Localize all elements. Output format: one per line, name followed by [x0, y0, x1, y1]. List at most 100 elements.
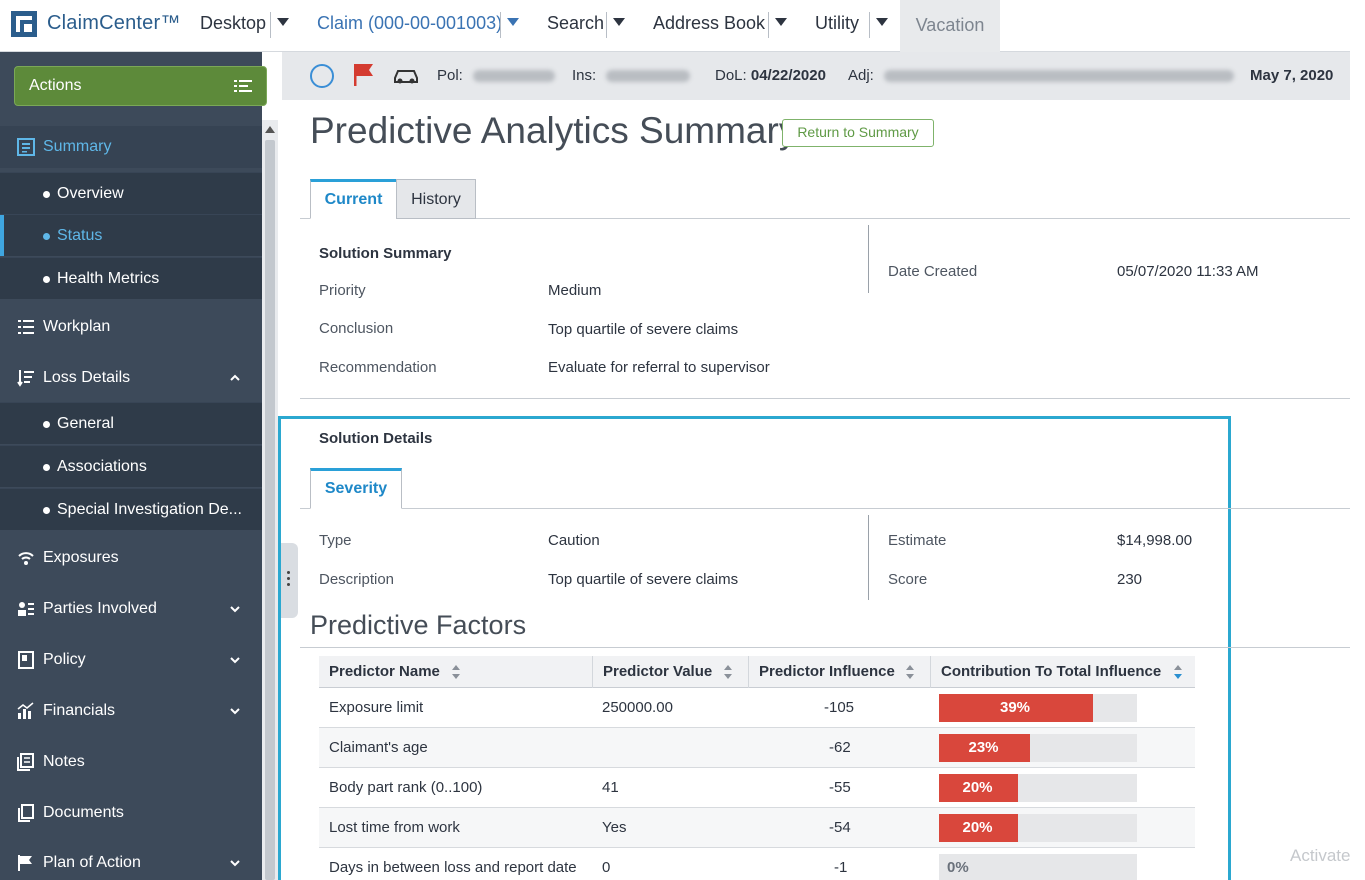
table-row[interactable]: Days in between loss and report date 0 -…: [319, 848, 1195, 880]
predictor-name-cell: Claimant's age: [329, 739, 428, 756]
predictor-influence-cell: -105: [824, 699, 855, 716]
column-header-label: Contribution To Total Influence: [941, 663, 1162, 680]
chevron-down-icon[interactable]: [230, 858, 240, 868]
insured-field: Ins:: [572, 67, 691, 84]
sidebar-item-label: Status: [57, 227, 103, 244]
estimate-value: $14,998.00: [1117, 532, 1193, 549]
contribution-bar: 20%: [939, 814, 1137, 842]
date-created-label: Date Created: [888, 263, 978, 280]
predictor-name-cell: Exposure limit: [329, 699, 424, 716]
nav-utility[interactable]: Utility: [815, 13, 859, 34]
chevron-down-icon[interactable]: [230, 604, 240, 614]
estimate-label: Estimate: [888, 532, 947, 549]
chevron-up-icon[interactable]: [230, 373, 240, 383]
activate-watermark: Activate: [1290, 846, 1351, 865]
predictor-influence-cell: -54: [829, 819, 851, 836]
tab-severity[interactable]: Severity: [310, 468, 402, 509]
contribution-bar: 23%: [939, 734, 1137, 762]
column-header-predictor-influence[interactable]: Predictor Influence: [749, 656, 931, 688]
sidebar-item-health-metrics[interactable]: Health Metrics: [0, 257, 262, 299]
chevron-down-icon[interactable]: [230, 706, 240, 716]
sidebar-item-policy[interactable]: Policy: [0, 639, 262, 681]
column-header-label: Predictor Value: [603, 663, 713, 680]
sort-icon[interactable]: [905, 664, 915, 680]
adjuster-label: Adj:: [848, 67, 874, 84]
nav-separator: [869, 12, 870, 38]
type-value: Caution: [548, 532, 600, 549]
loss-details-icon: [17, 370, 34, 387]
policy-field: Pol:: [437, 67, 556, 84]
sidebar-item-loss-details[interactable]: Loss Details: [0, 357, 262, 399]
date-created-value: 05/07/2020 11:33 AM: [1117, 263, 1259, 280]
bullet-icon: [43, 421, 50, 428]
contribution-bar: 39%: [939, 694, 1137, 722]
status-circle-icon[interactable]: [310, 64, 334, 88]
column-header-contribution[interactable]: Contribution To Total Influence: [931, 656, 1195, 688]
tab-history[interactable]: History: [396, 179, 476, 219]
page-edge: [1350, 0, 1365, 880]
sidebar-item-notes[interactable]: Notes: [0, 741, 262, 783]
sidebar-item-workplan[interactable]: Workplan: [0, 306, 262, 348]
return-to-summary-button[interactable]: Return to Summary: [782, 119, 934, 147]
utility-dropdown-icon[interactable]: [876, 18, 888, 26]
column-header-predictor-value[interactable]: Predictor Value: [593, 656, 749, 688]
scroll-up-icon[interactable]: [265, 126, 275, 133]
app-brand[interactable]: ClaimCenter™: [47, 12, 181, 35]
table-row[interactable]: Body part rank (0..100) 41 -55 20%: [319, 768, 1195, 808]
sidebar-item-exposures[interactable]: Exposures: [0, 537, 262, 579]
nav-address-book[interactable]: Address Book: [653, 13, 765, 34]
sidebar-item-label: Exposures: [43, 549, 119, 566]
sidebar-item-documents[interactable]: Documents: [0, 792, 262, 834]
table-row[interactable]: Lost time from work Yes -54 20%: [319, 808, 1195, 848]
bullet-icon: [43, 233, 50, 240]
recommendation-value: Evaluate for referral to supervisor: [548, 359, 770, 376]
sidebar-item-special-investigation[interactable]: Special Investigation De...: [0, 488, 262, 530]
sort-descending-icon[interactable]: [1173, 664, 1183, 680]
nav-separator: [270, 12, 271, 38]
contribution-bar: 0%: [939, 854, 1137, 880]
sort-icon[interactable]: [723, 664, 733, 680]
sort-icon[interactable]: [451, 664, 461, 680]
summary-icon: [17, 138, 35, 156]
tab-current[interactable]: Current: [310, 179, 397, 219]
claim-dropdown-icon[interactable]: [507, 18, 519, 26]
sidebar-item-summary[interactable]: Summary: [0, 126, 262, 168]
nav-vacation[interactable]: Vacation: [900, 0, 1000, 52]
sidebar-item-overview[interactable]: Overview: [0, 172, 262, 214]
desktop-dropdown-icon[interactable]: [277, 18, 289, 26]
address-book-dropdown-icon[interactable]: [775, 18, 787, 26]
nav-search[interactable]: Search: [547, 13, 604, 34]
nav-desktop[interactable]: Desktop: [200, 13, 266, 34]
sidebar-item-associations[interactable]: Associations: [0, 445, 262, 487]
policy-label: Pol:: [437, 67, 463, 84]
actions-label: Actions: [29, 77, 82, 94]
tab-divider: [300, 508, 1350, 509]
sidebar-item-label: Plan of Action: [43, 854, 141, 871]
workplan-icon: [18, 320, 34, 334]
table-row[interactable]: Claimant's age -62 23%: [319, 728, 1195, 768]
current-date: May 7, 2020: [1250, 67, 1334, 84]
sidebar-scrollbar[interactable]: [262, 120, 278, 880]
sidebar: Actions Summary Overview Status Health M…: [0, 52, 267, 880]
predictive-factors-table-header: Predictor Name Predictor Value Predictor…: [319, 656, 1195, 688]
date-of-loss-field: DoL: 04/22/2020: [715, 67, 826, 84]
table-row[interactable]: Exposure limit 250000.00 -105 39%: [319, 688, 1195, 728]
sidebar-item-label: Special Investigation De...: [57, 501, 242, 518]
search-dropdown-icon[interactable]: [613, 18, 625, 26]
flag-icon[interactable]: [352, 62, 376, 88]
sidebar-item-label: Loss Details: [43, 369, 131, 386]
sidebar-item-plan-of-action[interactable]: Plan of Action: [0, 842, 262, 880]
sidebar-item-parties-involved[interactable]: Parties Involved: [0, 588, 262, 630]
chevron-down-icon[interactable]: [230, 655, 240, 665]
column-header-predictor-name[interactable]: Predictor Name: [319, 656, 593, 688]
conclusion-label: Conclusion: [319, 320, 394, 337]
scrollbar-thumb[interactable]: [265, 140, 275, 880]
sidebar-item-label: Financials: [43, 702, 116, 719]
sidebar-item-status[interactable]: Status: [0, 214, 262, 256]
plan-icon: [18, 855, 32, 871]
sidebar-item-financials[interactable]: Financials: [0, 690, 262, 732]
actions-button[interactable]: Actions: [14, 66, 267, 106]
nav-claim[interactable]: Claim (000-00-001003): [317, 13, 502, 34]
sidebar-item-general[interactable]: General: [0, 402, 262, 444]
car-icon[interactable]: [392, 66, 420, 84]
